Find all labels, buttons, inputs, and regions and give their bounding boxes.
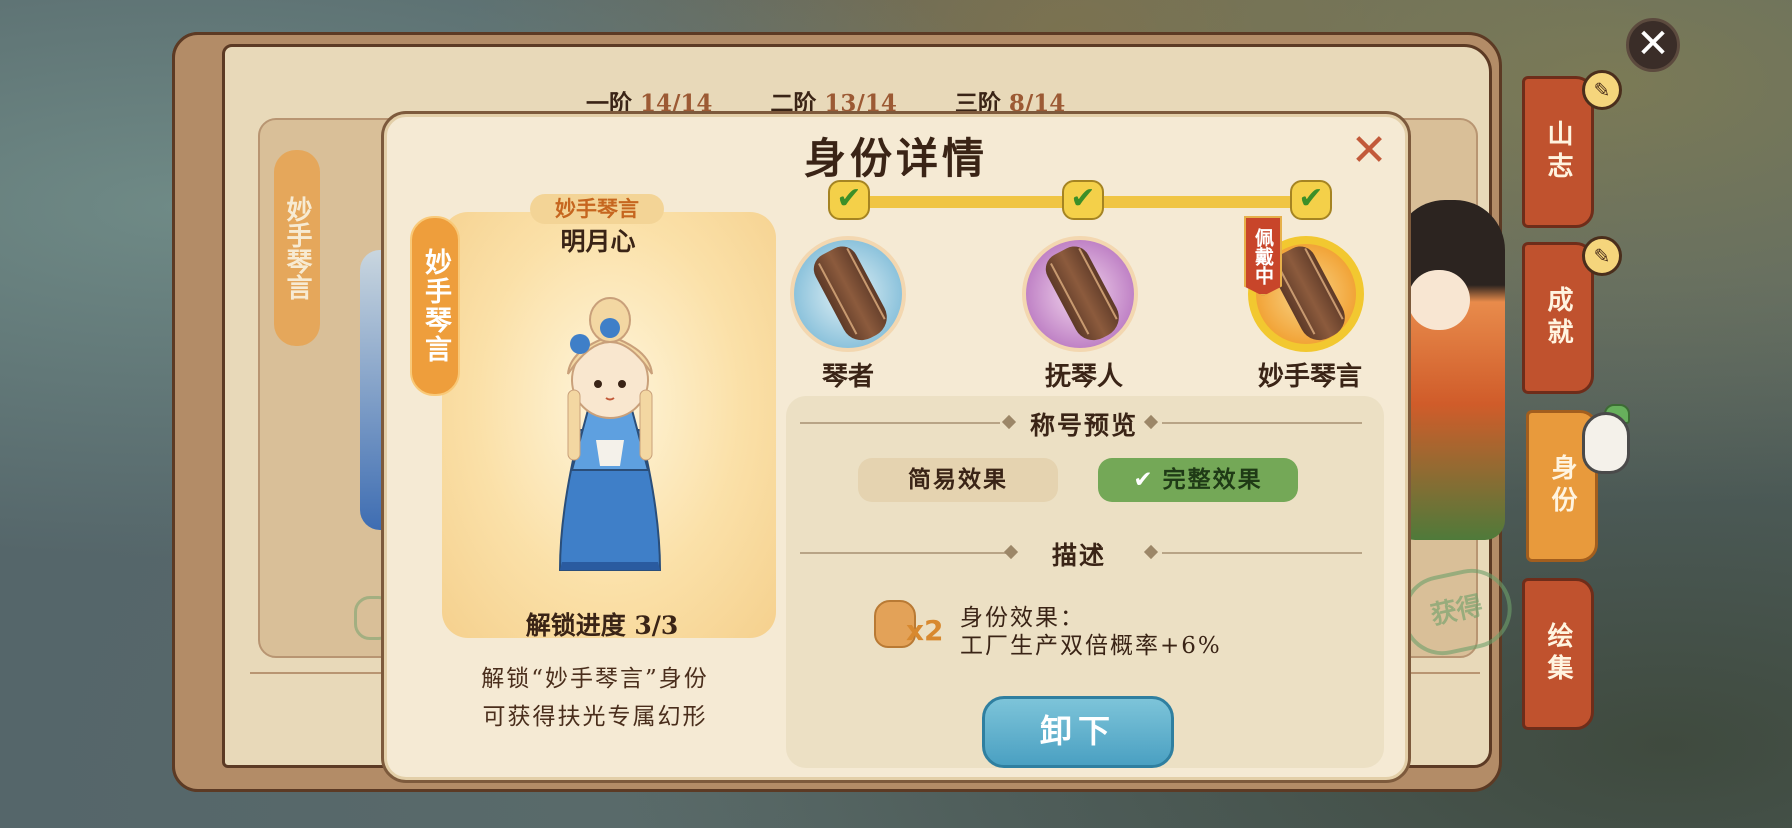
tier-icon-zither-player[interactable] — [1022, 236, 1138, 352]
section-title-description: 描述 — [1052, 541, 1107, 570]
guqin-icon — [808, 240, 894, 348]
tier-3-value: 8/14 — [1008, 90, 1066, 117]
section-divider — [1162, 552, 1362, 554]
unlock-description-line-2: 可获得扶光专属幻形 — [482, 704, 708, 730]
identity-title-tag: 妙手琴言 — [410, 216, 460, 396]
equipped-ribbon: 佩戴中 — [1244, 216, 1282, 296]
quill-icon: ✎ — [1582, 70, 1622, 110]
close-icon[interactable]: ✕ — [1626, 18, 1680, 72]
tier-1-value: 14/14 — [640, 90, 713, 117]
section-divider — [800, 552, 1006, 554]
section-title-preview: 称号预览 — [1030, 411, 1139, 440]
tier-2: 二阶 13/14 — [770, 84, 896, 118]
tab-label: 身份 — [1547, 454, 1577, 518]
tier-3: 三阶 8/14 — [955, 84, 1065, 118]
radish-mascot — [1582, 412, 1630, 474]
tab-label: 绘集 — [1543, 622, 1573, 686]
tab-gallery[interactable]: 绘集 — [1522, 578, 1594, 730]
effect-description: 工厂生产双倍概率+6% — [960, 633, 1222, 659]
check-icon: ✔ — [1062, 180, 1104, 220]
tier-1-name: 一阶 — [586, 90, 632, 117]
character-portrait — [558, 297, 662, 571]
tier-label: 抚琴人 — [1044, 362, 1123, 392]
tier-label: 妙手琴言 — [1257, 362, 1362, 392]
unlock-description-line-1: 解锁“妙手琴言”身份 — [481, 666, 709, 692]
guqin-icon — [1040, 240, 1126, 348]
full-effect-label: 完整效果 — [1162, 466, 1263, 493]
section-divider — [800, 422, 1000, 424]
tier-icon-player[interactable] — [790, 236, 906, 352]
section-divider — [1162, 422, 1362, 424]
tier-label: 琴者 — [821, 362, 874, 392]
background-character-face — [1408, 270, 1470, 330]
tier-3-name: 三阶 — [954, 90, 1001, 117]
check-icon: ✔ — [828, 180, 870, 220]
tier-1: 一阶 14/14 — [586, 84, 712, 118]
check-icon: ✔ — [1133, 467, 1155, 493]
full-effect-button[interactable]: ✔ 完整效果 — [1098, 458, 1298, 502]
bag-multiplier: x2 — [906, 614, 944, 647]
tab-label: 山志 — [1543, 120, 1573, 184]
close-icon[interactable]: ✕ — [1347, 129, 1391, 175]
simple-effect-button[interactable]: 简易效果 — [858, 458, 1058, 502]
identity-badge: 妙手琴言 — [530, 194, 664, 224]
background-title-tag: 妙手琴言 — [274, 150, 320, 346]
tier-2-name: 二阶 — [770, 90, 817, 117]
check-icon: ✔ — [1290, 180, 1332, 220]
tier-2-value: 13/14 — [824, 90, 897, 117]
character-name: 明月心 — [560, 227, 636, 256]
quill-icon: ✎ — [1582, 236, 1622, 276]
dialog-title: 身份详情 — [803, 134, 988, 183]
unequip-button[interactable]: 卸下 — [982, 696, 1174, 768]
unlock-description: 解锁“妙手琴言”身份 可获得扶光专属幻形 — [430, 660, 760, 736]
unlock-progress: 解锁进度 3/3 — [525, 611, 679, 640]
tab-label: 成就 — [1543, 286, 1573, 350]
tier-summary: 一阶 14/14 二阶 13/14 三阶 8/14 — [586, 84, 1065, 118]
background-character-right — [1395, 200, 1505, 540]
